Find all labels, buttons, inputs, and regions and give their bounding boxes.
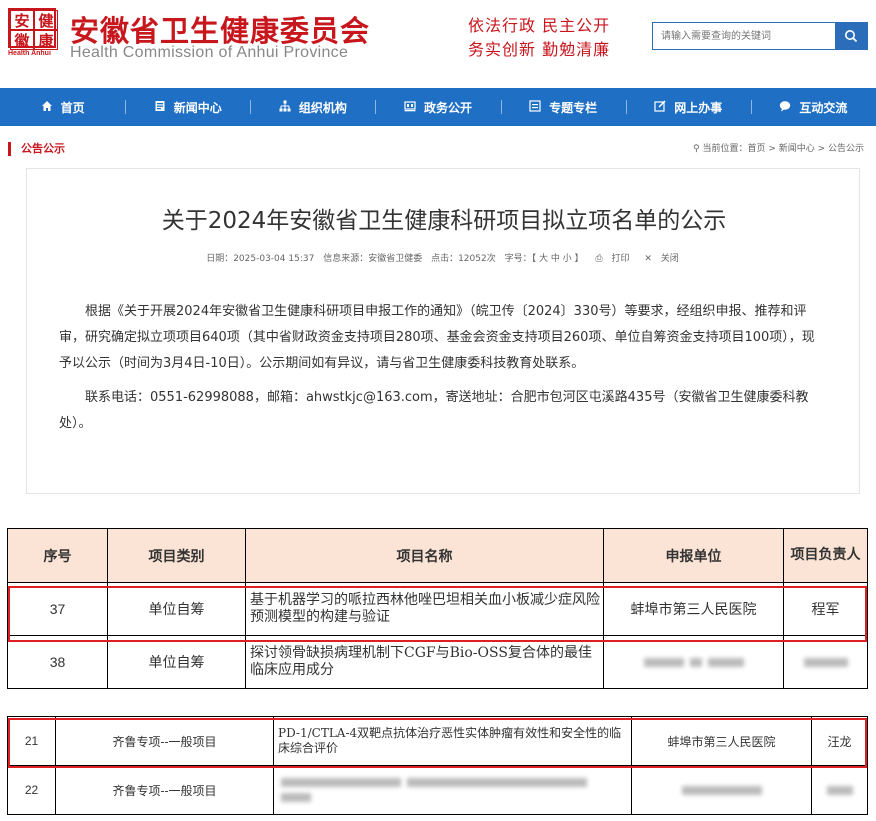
- chat-icon: [779, 100, 791, 115]
- print-label: 打印: [611, 254, 630, 264]
- close-button[interactable]: ✕ 关闭: [641, 254, 681, 264]
- breadcrumb: ⚲ 当前位置：首页 > 新闻中心 > 公告公示: [693, 142, 864, 156]
- article-clicks: 点击：12052次: [431, 254, 496, 264]
- cell-leader-redacted: [783, 635, 868, 689]
- print-button[interactable]: ⎙ 打印: [592, 254, 632, 264]
- article-panel: 关于2024年安徽省卫生健康科研项目拟立项名单的公示 日期：2025-03-04…: [26, 168, 860, 494]
- table-row: 38 单位自筹 探讨领骨缺损病理机制下CGF与Bio-OSS复合体的最佳临床应用…: [7, 635, 868, 689]
- site-logo[interactable]: 安 健 徽 康 Health Anhui: [8, 8, 60, 64]
- nav-label: 组织机构: [298, 100, 347, 115]
- cell-leader: 汪龙: [811, 716, 868, 766]
- table-row: 22 齐鲁专项--一般项目: [7, 765, 868, 815]
- search-icon: [845, 30, 858, 43]
- nav-item-gov[interactable]: 政务公开: [375, 88, 500, 126]
- printer-icon: ⎙: [595, 254, 606, 264]
- article-date: 日期：2025-03-04 15:37: [206, 254, 315, 264]
- logo-english: Health Anhui: [8, 50, 51, 57]
- cell-no: 38: [7, 635, 108, 689]
- col-header-name: 项目名称: [245, 528, 604, 583]
- slogan: 依法行政 民主公开 务实创新 勤勉清廉: [468, 14, 610, 62]
- font-size-switch[interactable]: 字号：【 大 中 小 】: [505, 254, 584, 264]
- nav-item-online[interactable]: 网上办事: [625, 88, 751, 126]
- cell-category: 齐鲁专项--一般项目: [55, 716, 274, 766]
- logo-char: 安: [10, 10, 34, 30]
- nav-item-news[interactable]: 新闻中心: [125, 88, 250, 126]
- table-row: 21 齐鲁专项--一般项目 PD-1/CTLA-4双靶点抗体治疗恶性实体肿瘤有效…: [7, 716, 868, 766]
- notice-bar: 公告公示 ⚲ 当前位置：首页 > 新闻中心 > 公告公示: [8, 140, 864, 162]
- close-label: 关闭: [660, 254, 679, 264]
- article-paragraph: 根据《关于开展2024年安徽省卫生健康科研项目申报工作的通知》（皖卫传〔2024…: [59, 304, 815, 371]
- section-label[interactable]: 公告公示: [8, 142, 65, 156]
- cell-no: 22: [7, 765, 56, 815]
- project-table-2: 21 齐鲁专项--一般项目 PD-1/CTLA-4双靶点抗体治疗恶性实体肿瘤有效…: [7, 716, 868, 815]
- search-box: [652, 22, 868, 50]
- screenshot-gap: [0, 696, 876, 716]
- col-header-leader: 项目负责人: [783, 528, 868, 583]
- news-icon: [154, 100, 166, 115]
- online-icon: [654, 99, 666, 115]
- logo-char: 徽: [10, 30, 34, 50]
- search-button[interactable]: [835, 23, 867, 49]
- nav-label: 首页: [60, 100, 85, 115]
- article-paragraph: 联系电话：0551-62998088，邮箱：ahwstkjc@163.com，寄…: [59, 390, 809, 431]
- cell-no: 21: [7, 716, 56, 766]
- cell-unit: 蚌埠市第三人民医院: [631, 716, 812, 766]
- cell-name: PD-1/CTLA-4双靶点抗体治疗恶性实体肿瘤有效性和安全性的临床综合评价: [273, 716, 632, 766]
- slogan-line-2: 务实创新 勤勉清廉: [468, 40, 611, 59]
- nav-label: 新闻中心: [173, 100, 222, 115]
- article-title: 关于2024年安徽省卫生健康科研项目拟立项名单的公示: [161, 208, 727, 234]
- logo-char: 健: [34, 10, 58, 30]
- cell-no: 37: [7, 582, 108, 636]
- nav-item-org[interactable]: 组织机构: [250, 88, 375, 126]
- cell-category: 齐鲁专项--一般项目: [55, 765, 274, 815]
- col-header-category: 项目类别: [107, 528, 246, 583]
- screenshot-edge: [0, 817, 876, 821]
- article-body: 根据《关于开展2024年安徽省卫生健康科研项目申报工作的通知》（皖卫传〔2024…: [59, 299, 827, 445]
- nav-label: 互动交流: [799, 100, 848, 115]
- nav-item-chat[interactable]: 互动交流: [750, 88, 876, 126]
- cell-name: 基于机器学习的哌拉西林他唑巴坦相关血小板减少症风险预测模型的构建与验证: [245, 582, 604, 636]
- site-subtitle: Health Commission of Anhui Province: [70, 44, 349, 61]
- article-source: 信息来源：安徽省卫健委: [323, 254, 423, 264]
- cell-unit-redacted: [631, 765, 812, 815]
- main-nav: 首页 新闻中心 组织机构 政务公开 专题专栏 网上办事 互动交流: [0, 88, 876, 126]
- topic-icon: [529, 99, 541, 115]
- project-table-1: 序号 项目类别 项目名称 申报单位 项目负责人 37 单位自筹 基于机器学习的哌…: [7, 528, 868, 689]
- cell-unit: 蚌埠市第三人民医院: [603, 582, 784, 636]
- breadcrumb-text[interactable]: 当前位置：首页 > 新闻中心 > 公告公示: [702, 144, 864, 154]
- col-header-unit: 申报单位: [603, 528, 784, 583]
- logo-mark: 安 健 徽 康: [8, 8, 58, 50]
- cell-leader: 程军: [783, 582, 868, 636]
- col-header-no: 序号: [7, 528, 108, 583]
- org-icon: [279, 100, 291, 115]
- cell-category: 单位自筹: [107, 635, 246, 689]
- nav-item-topic[interactable]: 专题专栏: [500, 88, 626, 126]
- nav-label: 专题专栏: [549, 100, 598, 115]
- nav-label: 政务公开: [423, 100, 472, 115]
- search-input[interactable]: [653, 23, 835, 49]
- cell-name-redacted: [273, 765, 632, 815]
- gov-icon: [404, 100, 416, 115]
- table-row: 37 单位自筹 基于机器学习的哌拉西林他唑巴坦相关血小板减少症风险预测模型的构建…: [7, 582, 868, 636]
- cell-category: 单位自筹: [107, 582, 246, 636]
- close-icon: ✕: [644, 254, 655, 264]
- logo-char: 康: [34, 30, 58, 50]
- cell-unit-redacted: [603, 635, 784, 689]
- home-icon: [41, 100, 53, 115]
- cell-name: 探讨领骨缺损病理机制下CGF与Bio-OSS复合体的最佳临床应用成分: [245, 635, 604, 689]
- site-header: 安 健 徽 康 Health Anhui 安徽省卫生健康委员会 Health C…: [0, 0, 876, 88]
- nav-item-home[interactable]: 首页: [0, 88, 125, 126]
- slogan-line-1: 依法行政 民主公开: [468, 16, 611, 35]
- table-header-row: 序号 项目类别 项目名称 申报单位 项目负责人: [7, 528, 868, 583]
- article-meta: 日期：2025-03-04 15:37 信息来源：安徽省卫健委 点击：12052…: [27, 251, 861, 264]
- nav-label: 网上办事: [674, 100, 723, 115]
- cell-leader-redacted: [811, 765, 868, 815]
